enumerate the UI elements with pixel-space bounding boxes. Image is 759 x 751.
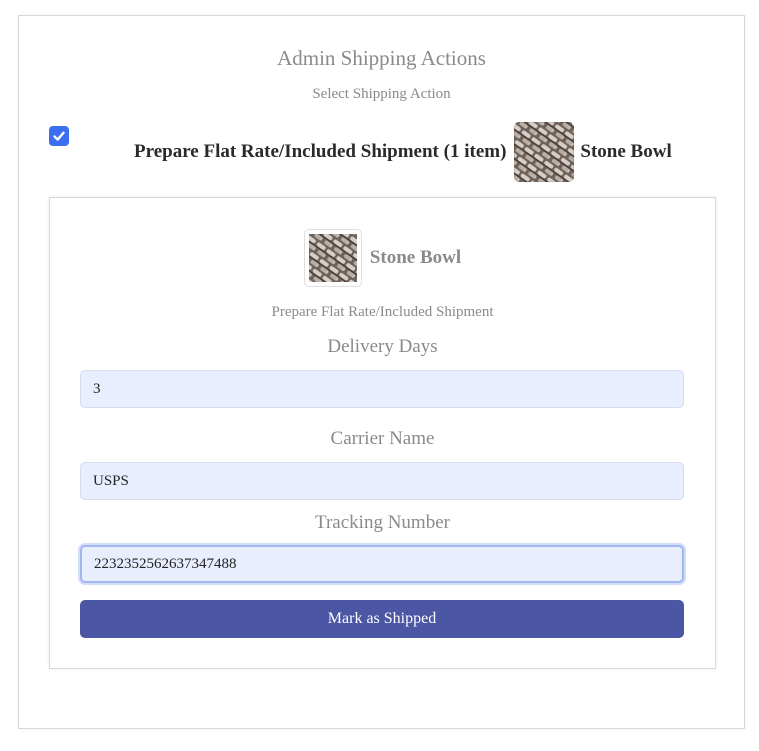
shipment-option-label: Prepare Flat Rate/Included Shipment (1 i…: [134, 141, 507, 162]
page-subtitle: Select Shipping Action: [312, 86, 451, 102]
page-title: Admin Shipping Actions: [277, 46, 486, 70]
item-summary: Stone Bowl: [50, 228, 715, 288]
carrier-name-input[interactable]: [80, 462, 684, 500]
shipment-checkbox[interactable]: [49, 126, 69, 146]
delivery-days-label: Delivery Days: [327, 336, 438, 357]
carrier-name-label: Carrier Name: [330, 428, 435, 449]
mark-as-shipped-button[interactable]: Mark as Shipped: [80, 600, 684, 638]
stone-bowl-thumbnail: [514, 122, 575, 182]
tracking-number-input[interactable]: [80, 545, 684, 583]
tracking-number-label: Tracking Number: [315, 512, 450, 533]
shipment-item-name: Stone Bowl: [580, 141, 672, 162]
shipment-type-label: Prepare Flat Rate/Included Shipment: [271, 304, 494, 320]
shipment-option[interactable]: Prepare Flat Rate/Included Shipment (1 i…: [134, 121, 672, 183]
admin-shipping-card: Admin Shipping Actions Select Shipping A…: [18, 15, 745, 729]
item-name: Stone Bowl: [369, 247, 462, 268]
stone-bowl-thumbnail-small: [303, 229, 362, 287]
checkmark-icon: [53, 131, 65, 141]
delivery-days-input[interactable]: [80, 370, 684, 408]
shipment-form-panel: Stone Bowl Prepare Flat Rate/Included Sh…: [49, 197, 716, 669]
